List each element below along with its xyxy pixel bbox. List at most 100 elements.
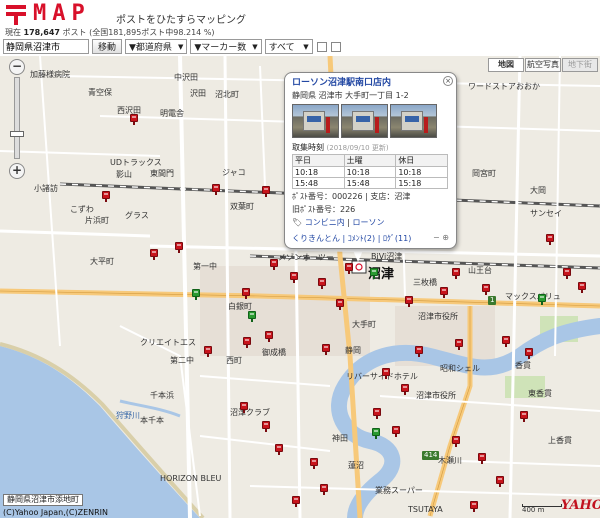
- location-search-input[interactable]: [3, 39, 89, 54]
- log-link[interactable]: ﾛｸﾞ(11): [383, 234, 411, 243]
- popup-title[interactable]: ローソン沼津駅南口店内: [292, 78, 449, 89]
- map-label: 大平町: [90, 257, 114, 266]
- post-pin[interactable]: [204, 346, 212, 357]
- post-pin[interactable]: [525, 348, 533, 359]
- zoom-slider-handle[interactable]: [10, 131, 24, 137]
- post-pin[interactable]: [265, 331, 273, 342]
- map-label: 山王台: [468, 266, 492, 275]
- zoom-to-icon[interactable]: − ⊕: [433, 233, 449, 244]
- post-pin[interactable]: [130, 114, 138, 125]
- filter-select-label: すべて: [268, 43, 295, 53]
- collection-times-table: 平日 土曜 休日 10:18 10:18 10:18 15:48 15:48 1…: [292, 154, 448, 189]
- logo-wordmark: MAP: [33, 1, 91, 26]
- branch-label: 支店：: [370, 192, 395, 201]
- post-photo-3[interactable]: [390, 104, 437, 138]
- post-pin-green[interactable]: [192, 289, 200, 300]
- map-type-underground[interactable]: 地下街: [562, 58, 598, 72]
- map-canvas[interactable]: − + 地図 航空写真 地下街 加藤様病院 青空保 西沢田 中沢田 沢田 沼北町…: [0, 56, 600, 518]
- post-pin[interactable]: [270, 259, 278, 270]
- post-pin[interactable]: [322, 344, 330, 355]
- map-label: 大岡: [530, 186, 546, 195]
- comment-link[interactable]: ｺﾒﾝﾄ(2): [348, 234, 375, 243]
- yahoo-logo[interactable]: YAHOO!: [561, 498, 600, 513]
- map-type-aerial[interactable]: 航空写真: [525, 58, 561, 72]
- post-pin[interactable]: [452, 268, 460, 279]
- zoom-slider-track[interactable]: [14, 77, 20, 159]
- map-label: 加藤様病院: [30, 70, 70, 79]
- map-label: ワードストアおおか: [468, 82, 540, 91]
- user-link[interactable]: くりきんとん: [292, 234, 340, 243]
- post-pin[interactable]: [415, 346, 423, 357]
- post-pin[interactable]: [496, 476, 504, 487]
- close-icon[interactable]: ×: [443, 76, 453, 86]
- post-pin-green[interactable]: [538, 294, 546, 305]
- post-photo-1[interactable]: [292, 104, 339, 138]
- map-label: 影山: [116, 170, 132, 179]
- post-pin[interactable]: [470, 501, 478, 512]
- post-pin[interactable]: [150, 249, 158, 260]
- post-pin[interactable]: [546, 234, 554, 245]
- zoom-control: − +: [9, 59, 25, 179]
- post-pin[interactable]: [405, 296, 413, 307]
- post-pin[interactable]: [520, 411, 528, 422]
- map-label: 静岡: [345, 346, 361, 355]
- post-pin[interactable]: [336, 299, 344, 310]
- post-pin[interactable]: [563, 268, 571, 279]
- prefecture-select[interactable]: ▼都道府県 ▼: [125, 39, 188, 54]
- post-pin-green[interactable]: [372, 428, 380, 439]
- post-pin[interactable]: [482, 284, 490, 295]
- map-label: クリエイトエス: [140, 338, 196, 347]
- post-pin[interactable]: [392, 426, 400, 437]
- filter-select[interactable]: すべて ▼: [264, 39, 313, 54]
- popup-footer: くりきんとん | ｺﾒﾝﾄ(2) | ﾛｸﾞ(11) − ⊕: [292, 233, 449, 244]
- post-pin-green[interactable]: [370, 268, 378, 279]
- post-pin[interactable]: [310, 458, 318, 469]
- post-pin[interactable]: [243, 337, 251, 348]
- post-pin[interactable]: [292, 496, 300, 507]
- tagline: ポストをひたすらマッピング: [116, 15, 246, 26]
- marker-count-label: ▼マーカー数: [194, 43, 247, 53]
- post-pin[interactable]: [455, 339, 463, 350]
- option-checkbox-1[interactable]: [316, 41, 327, 52]
- logo[interactable]: MAP: [5, 3, 91, 25]
- post-photo-2[interactable]: [341, 104, 388, 138]
- map-label: 本千本: [140, 416, 164, 425]
- post-pin[interactable]: [502, 336, 510, 347]
- category-link-convenience[interactable]: コンビニ内: [305, 218, 345, 227]
- marker-count-select[interactable]: ▼マーカー数 ▼: [190, 39, 262, 54]
- post-pin[interactable]: [290, 272, 298, 283]
- post-pin[interactable]: [320, 484, 328, 495]
- post-pin[interactable]: [175, 242, 183, 253]
- post-pin[interactable]: [318, 278, 326, 289]
- post-pin[interactable]: [242, 288, 250, 299]
- map-label: 西町: [226, 356, 242, 365]
- map-label: 沼津市役所: [418, 312, 458, 321]
- post-pin[interactable]: [373, 408, 381, 419]
- post-pin[interactable]: [262, 186, 270, 197]
- category-link-lawson[interactable]: ローソン: [353, 218, 385, 227]
- prefecture-select-label: ▼都道府県: [129, 43, 172, 53]
- option-checkbox-2[interactable]: [330, 41, 341, 52]
- post-pin[interactable]: [578, 282, 586, 293]
- post-pin[interactable]: [262, 421, 270, 432]
- zoom-in-button[interactable]: −: [9, 59, 25, 75]
- separator: |: [377, 234, 381, 243]
- post-pin[interactable]: [275, 444, 283, 455]
- move-button[interactable]: 移動: [92, 39, 123, 54]
- post-pin-green[interactable]: [248, 311, 256, 322]
- post-pin-selected[interactable]: [345, 263, 353, 274]
- separator: |: [347, 218, 350, 227]
- post-pin[interactable]: [452, 436, 460, 447]
- map-label: 中沢田: [174, 73, 198, 82]
- post-pin[interactable]: [212, 184, 220, 195]
- map-type-map[interactable]: 地図: [488, 58, 524, 72]
- post-pin[interactable]: [401, 384, 409, 395]
- post-pin[interactable]: [382, 368, 390, 379]
- zoom-out-button[interactable]: +: [9, 163, 25, 179]
- post-pin[interactable]: [478, 453, 486, 464]
- table-header: 休日: [395, 154, 448, 167]
- scale-label: 400 m: [522, 506, 545, 514]
- post-pin[interactable]: [102, 191, 110, 202]
- post-pin[interactable]: [240, 402, 248, 413]
- post-pin[interactable]: [440, 287, 448, 298]
